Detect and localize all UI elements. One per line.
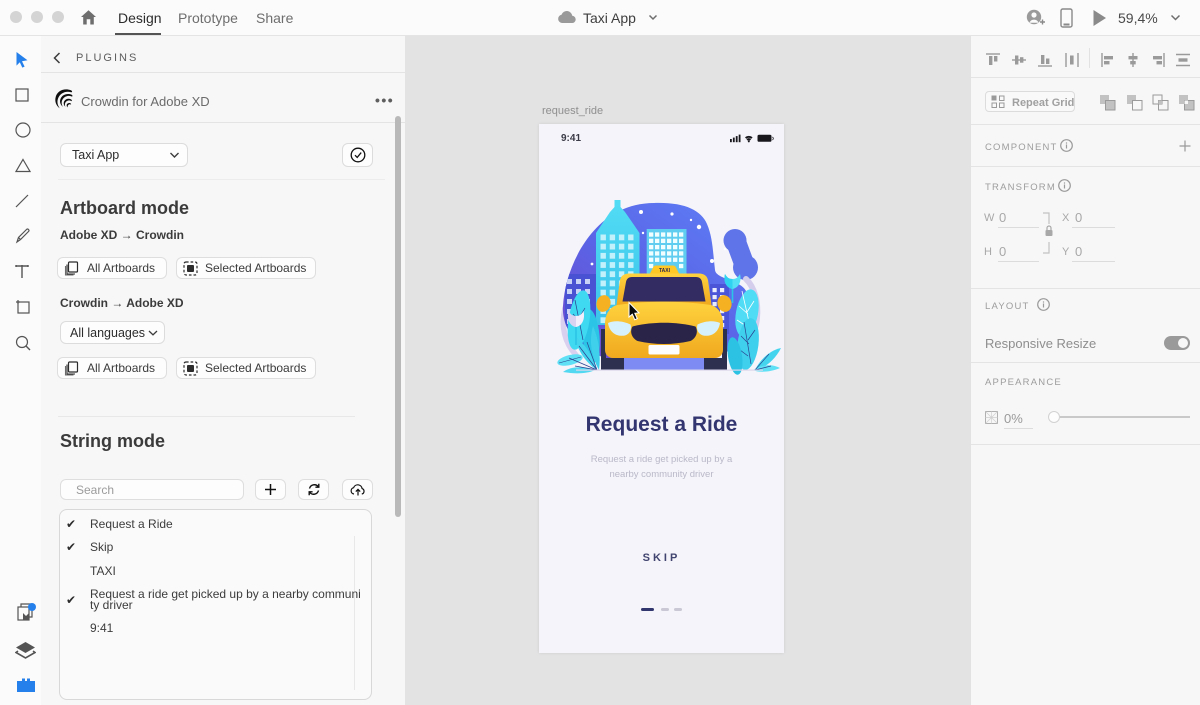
- svg-text:TAXI: TAXI: [659, 268, 671, 274]
